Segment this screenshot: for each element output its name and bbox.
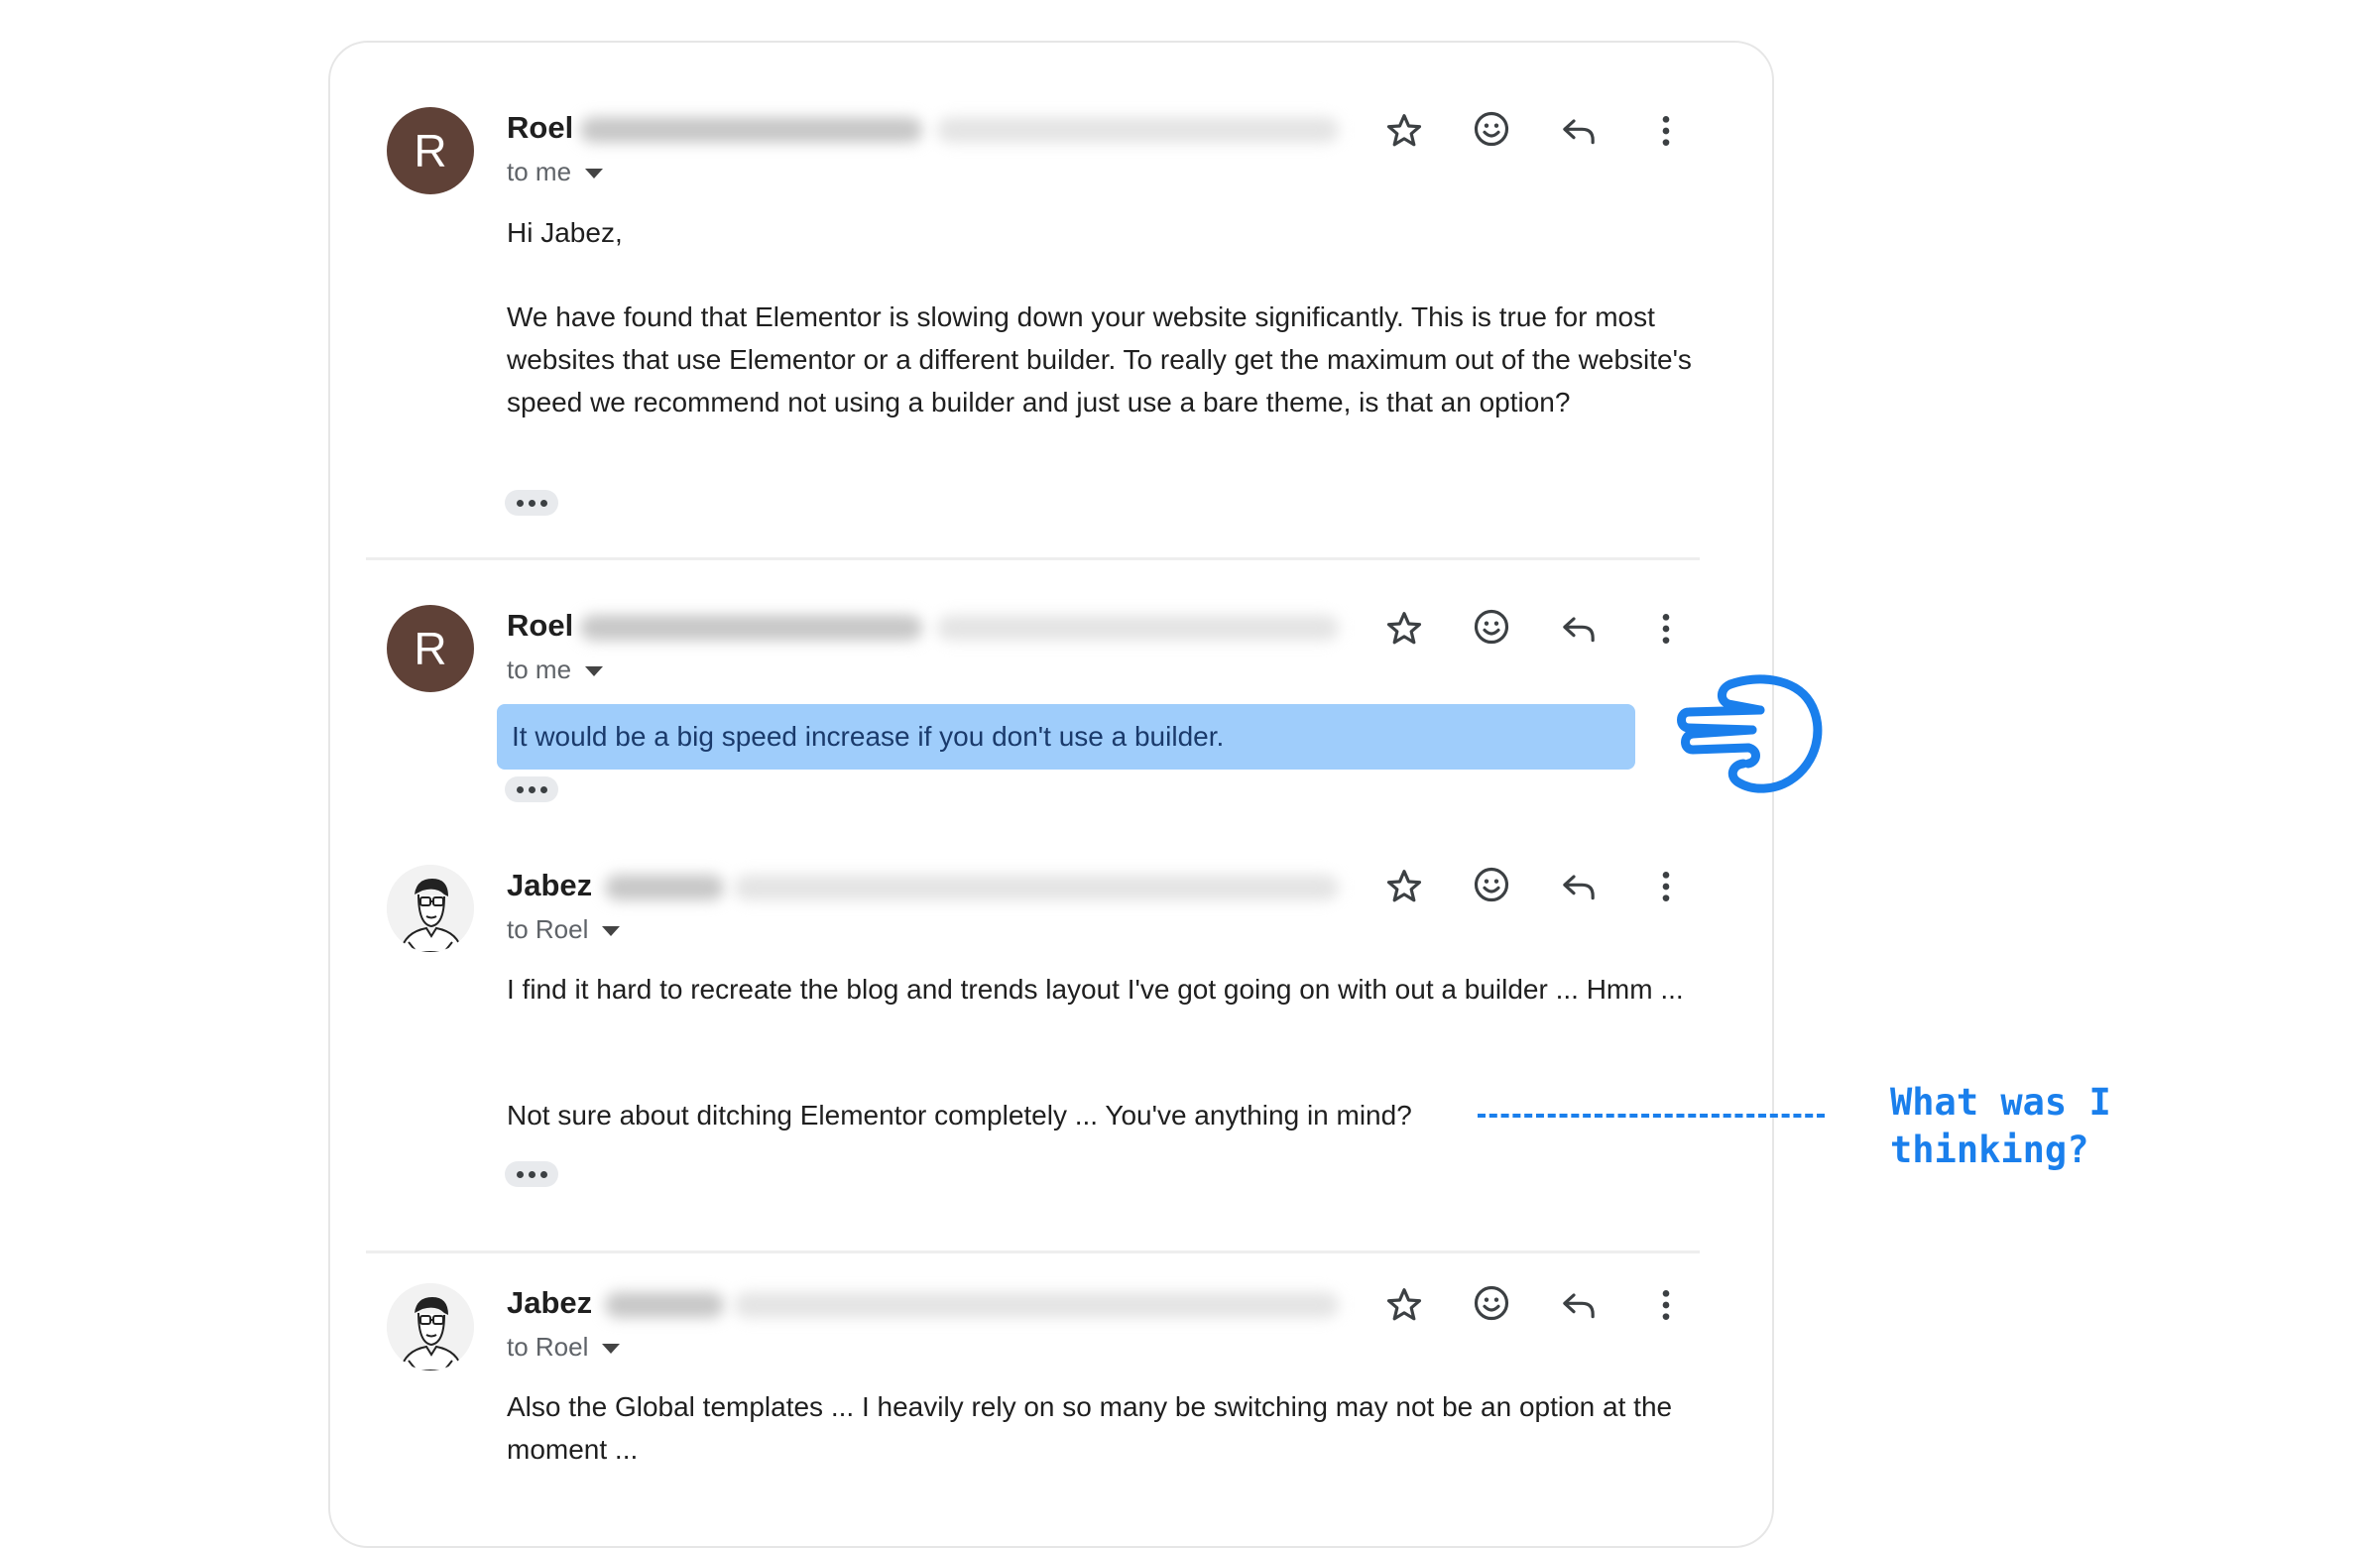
star-icon: [1386, 1288, 1422, 1321]
add-reaction-button[interactable]: [1468, 1279, 1515, 1327]
redacted-sender-details: [605, 875, 724, 900]
redacted-timestamp: [734, 875, 1339, 900]
more-vert-icon: [1662, 116, 1670, 146]
emoji-icon: [1474, 111, 1509, 147]
reply-icon: [1563, 1293, 1595, 1319]
message-body: Also the Global templates ... I heavily …: [507, 1391, 1673, 1465]
reply-button[interactable]: [1555, 107, 1603, 155]
caret-down-icon: [602, 926, 621, 937]
recipient-label: to me: [507, 655, 572, 684]
more-options-button[interactable]: [1642, 605, 1690, 653]
star-button[interactable]: [1380, 863, 1428, 910]
more-vert-icon: [1662, 1290, 1670, 1320]
message-greeting: Hi Jabez,: [507, 217, 623, 248]
show-trimmed-content-button[interactable]: [505, 776, 558, 802]
star-icon: [1386, 114, 1422, 147]
reply-button[interactable]: [1555, 605, 1603, 653]
sender-name[interactable]: Jabez: [507, 1285, 592, 1321]
redacted-sender-details: [580, 117, 922, 143]
caret-down-icon: [602, 1344, 621, 1355]
reply-button[interactable]: [1555, 863, 1603, 910]
sender-avatar[interactable]: R: [387, 107, 474, 194]
reply-icon: [1563, 875, 1595, 900]
profile-photo-illustration: [387, 1283, 474, 1370]
redacted-sender-details: [605, 1292, 724, 1318]
star-icon: [1386, 870, 1422, 902]
emoji-icon: [1474, 609, 1509, 645]
redacted-timestamp: [937, 117, 1339, 143]
message-body: I find it hard to recreate the blog and …: [507, 974, 1684, 1005]
recipient-label: to me: [507, 157, 572, 186]
more-vert-icon: [1662, 614, 1670, 644]
redacted-timestamp: [734, 1292, 1339, 1318]
star-button[interactable]: [1380, 1281, 1428, 1329]
pointing-hand-icon: [1677, 674, 1823, 793]
recipient-label: to Roel: [507, 914, 589, 944]
more-options-button[interactable]: [1642, 1281, 1690, 1329]
profile-photo-illustration: [387, 865, 474, 952]
caret-down-icon: [585, 666, 604, 677]
message-divider: [366, 557, 1700, 560]
message-body: Not sure about ditching Elementor comple…: [507, 1100, 1412, 1131]
show-trimmed-content-button[interactable]: [505, 490, 558, 516]
message-body: We have found that Elementor is slowing …: [507, 301, 1692, 417]
sender-name[interactable]: Jabez: [507, 868, 592, 903]
add-reaction-button[interactable]: [1468, 105, 1515, 153]
reply-button[interactable]: [1555, 1281, 1603, 1329]
redacted-timestamp: [937, 615, 1339, 641]
reply-icon: [1563, 119, 1595, 145]
star-button[interactable]: [1380, 107, 1428, 155]
caret-down-icon: [585, 169, 604, 179]
redacted-sender-details: [580, 615, 922, 641]
recipient-dropdown[interactable]: to Roel: [507, 1332, 621, 1363]
add-reaction-button[interactable]: [1468, 861, 1515, 908]
recipient-label: to Roel: [507, 1332, 589, 1362]
highlighted-message-line: It would be a big speed increase if you …: [497, 704, 1635, 770]
message-divider: [366, 1250, 1700, 1253]
recipient-dropdown[interactable]: to me: [507, 655, 604, 685]
more-vert-icon: [1662, 872, 1670, 901]
more-options-button[interactable]: [1642, 107, 1690, 155]
sender-avatar[interactable]: [387, 865, 474, 952]
recipient-dropdown[interactable]: to me: [507, 157, 604, 187]
star-button[interactable]: [1380, 605, 1428, 653]
sender-avatar[interactable]: R: [387, 605, 474, 692]
sender-name[interactable]: Roel: [507, 110, 573, 146]
more-options-button[interactable]: [1642, 863, 1690, 910]
annotation-note: What was I thinking?: [1890, 1081, 2111, 1171]
sender-name[interactable]: Roel: [507, 608, 573, 644]
reply-icon: [1563, 617, 1595, 643]
add-reaction-button[interactable]: [1468, 603, 1515, 651]
emoji-icon: [1474, 867, 1509, 902]
emoji-icon: [1474, 1285, 1509, 1321]
sender-avatar[interactable]: [387, 1283, 474, 1370]
star-icon: [1386, 612, 1422, 645]
annotation-dashed-line: [1478, 1114, 1825, 1118]
show-trimmed-content-button[interactable]: [505, 1161, 558, 1187]
recipient-dropdown[interactable]: to Roel: [507, 914, 621, 945]
